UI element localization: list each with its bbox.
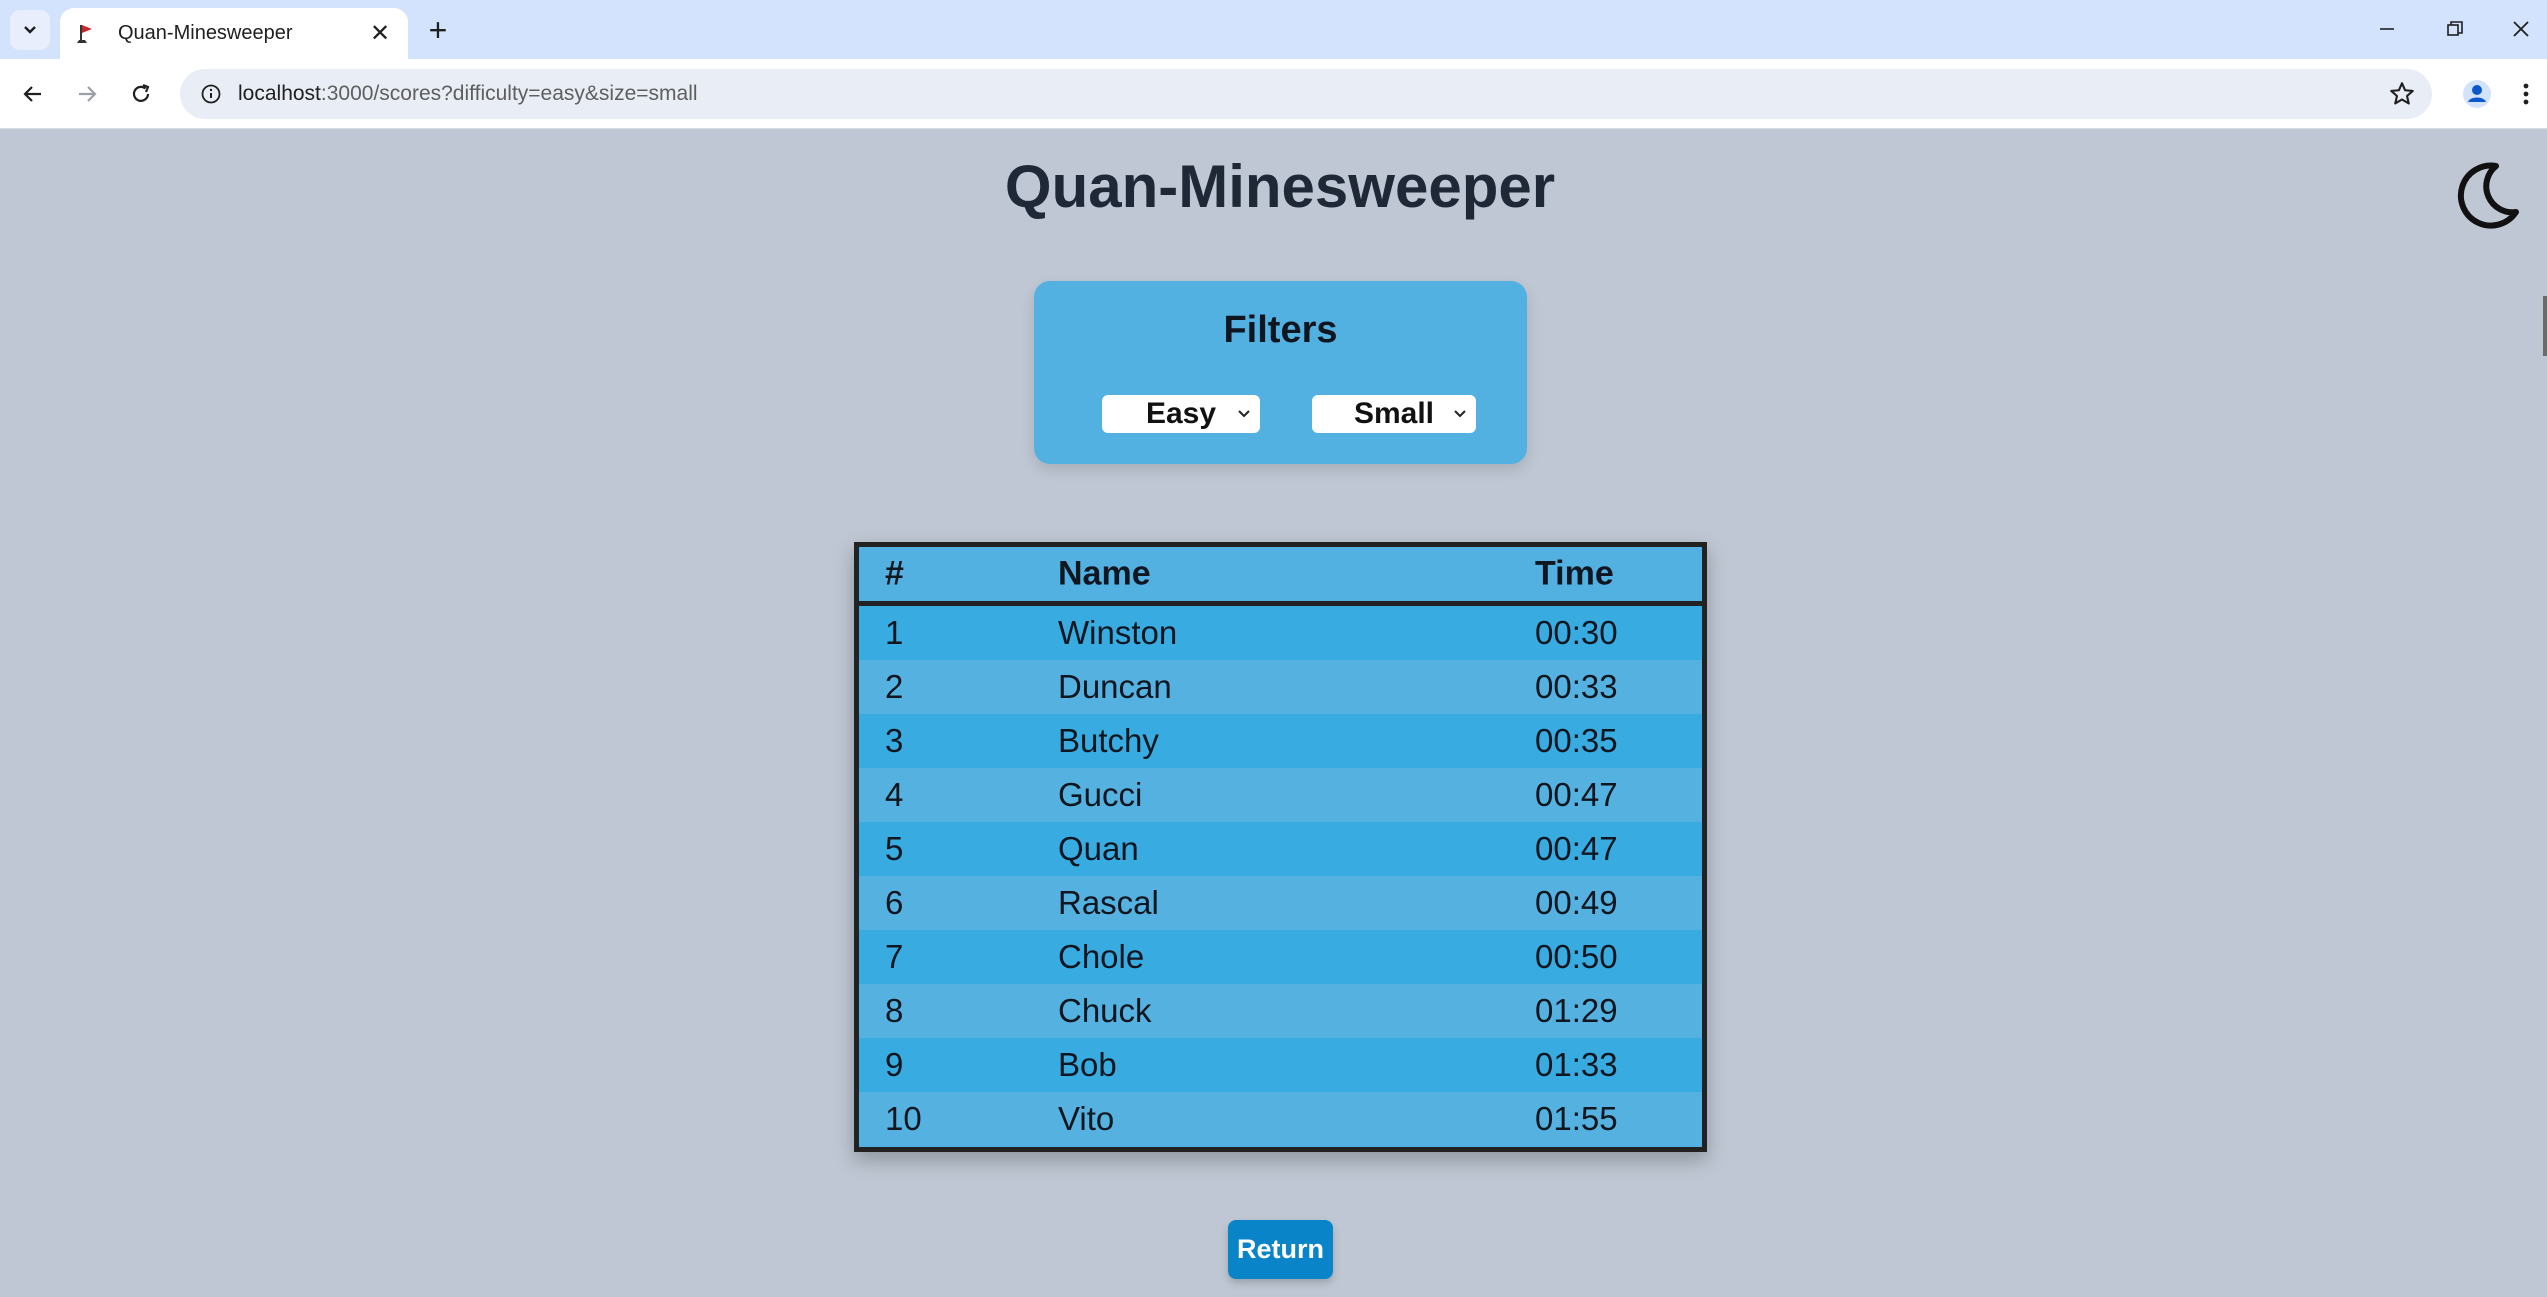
restore-icon	[2447, 21, 2463, 36]
profile-icon	[2463, 80, 2491, 108]
row-rank: 5	[885, 830, 904, 867]
restore-button[interactable]	[2430, 8, 2480, 50]
arrow-left-icon	[23, 86, 41, 102]
table-row: 2 Duncan 00:33	[859, 660, 1702, 714]
filters-title: Filters	[1223, 309, 1338, 351]
row-name: Duncan	[1058, 668, 1172, 705]
bookmark-star-icon[interactable]	[2388, 80, 2416, 108]
row-name: Rascal	[1058, 884, 1159, 921]
table-row: 10 Vito 01:55	[859, 1092, 1702, 1146]
minimize-icon	[2380, 28, 2394, 30]
row-time: 00:49	[1535, 884, 1618, 921]
page-title: Quan-Minesweeper	[1004, 153, 1556, 220]
row-name: Quan	[1058, 830, 1139, 867]
row-time: 00:30	[1535, 614, 1618, 651]
row-time: 00:33	[1535, 668, 1618, 705]
chevron-down-icon	[1238, 410, 1250, 418]
profile-button[interactable]	[2456, 73, 2498, 115]
row-name: Gucci	[1058, 776, 1143, 813]
table-row: 6 Rascal 00:49	[859, 876, 1702, 930]
browser-menu-button[interactable]	[2510, 73, 2542, 115]
arrow-right-icon	[79, 86, 97, 102]
back-button[interactable]	[12, 73, 54, 115]
close-icon	[2513, 21, 2529, 37]
row-time: 01:55	[1535, 1100, 1618, 1137]
row-rank: 8	[885, 992, 904, 1029]
row-name: Chuck	[1058, 992, 1152, 1029]
address-bar[interactable]: localhost:3000/scores?difficulty=easy&si…	[180, 69, 2432, 119]
table-row: 3 Butchy 00:35	[859, 714, 1702, 768]
site-info-icon[interactable]	[186, 69, 236, 119]
minimize-button[interactable]	[2362, 8, 2412, 50]
difficulty-value: Easy	[1145, 397, 1217, 430]
close-window-button[interactable]	[2496, 8, 2546, 50]
header-time: Time	[1535, 554, 1614, 593]
row-name: Vito	[1058, 1100, 1115, 1137]
row-rank: 6	[885, 884, 904, 921]
tab-search-button[interactable]	[10, 10, 50, 50]
row-time: 00:47	[1535, 776, 1618, 813]
table-row: 7 Chole 00:50	[859, 930, 1702, 984]
row-rank: 4	[885, 776, 904, 813]
row-time: 00:47	[1535, 830, 1618, 867]
row-name: Butchy	[1058, 722, 1159, 759]
scrollbar-thumb[interactable]	[2543, 296, 2547, 356]
forward-button[interactable]	[66, 73, 108, 115]
row-time: 00:50	[1535, 938, 1618, 975]
chevron-down-icon	[24, 26, 36, 34]
row-time: 01:33	[1535, 1046, 1618, 1083]
row-rank: 1	[885, 614, 904, 651]
size-select[interactable]: Small	[1312, 395, 1476, 433]
row-time: 00:35	[1535, 722, 1618, 759]
tab-title: Quan-Minesweeper	[118, 22, 293, 44]
more-vert-icon	[2523, 83, 2529, 105]
table-row: 5 Quan 00:47	[859, 822, 1702, 876]
reload-icon	[132, 83, 150, 102]
flag-favicon-icon	[77, 24, 92, 43]
table-row: 9 Bob 01:33	[859, 1038, 1702, 1092]
row-name: Bob	[1058, 1046, 1117, 1083]
browser-tab[interactable]: Quan-Minesweeper ✕	[60, 8, 408, 59]
header-name: Name	[1058, 554, 1151, 593]
row-rank: 10	[885, 1100, 922, 1137]
difficulty-select[interactable]: Easy	[1102, 395, 1260, 433]
new-tab-button[interactable]: +	[420, 12, 456, 48]
row-rank: 7	[885, 938, 904, 975]
filters-panel: Filters Easy Small	[1034, 281, 1527, 464]
header-rank: #	[885, 554, 904, 593]
table-row: 1 Winston 00:30	[859, 606, 1702, 660]
row-name: Chole	[1058, 938, 1145, 975]
tab-strip: Quan-Minesweeper ✕ +	[0, 0, 2547, 59]
page-content: Quan-Minesweeper Filters Easy Small # Na…	[0, 130, 2547, 1297]
table-header: # Name Time	[859, 547, 1702, 606]
browser-toolbar: localhost:3000/scores?difficulty=easy&si…	[0, 59, 2547, 129]
table-row: 8 Chuck 01:29	[859, 984, 1702, 1038]
row-time: 01:29	[1535, 992, 1618, 1029]
row-rank: 2	[885, 668, 904, 705]
return-button[interactable]: Return	[1228, 1220, 1333, 1279]
row-rank: 3	[885, 722, 904, 759]
reload-button[interactable]	[120, 73, 162, 115]
size-value: Small	[1353, 397, 1435, 430]
table-row: 4 Gucci 00:47	[859, 768, 1702, 822]
url-text[interactable]: localhost:3000/scores?difficulty=easy&si…	[238, 82, 698, 106]
chevron-down-icon	[1454, 410, 1466, 418]
row-name: Winston	[1058, 614, 1178, 651]
tab-close-icon[interactable]: ✕	[366, 20, 394, 48]
row-rank: 9	[885, 1046, 904, 1083]
moon-icon[interactable]	[2452, 160, 2522, 230]
scores-table: # Name Time 1 Winston 00:30 2 Duncan 00:…	[854, 542, 1707, 1152]
